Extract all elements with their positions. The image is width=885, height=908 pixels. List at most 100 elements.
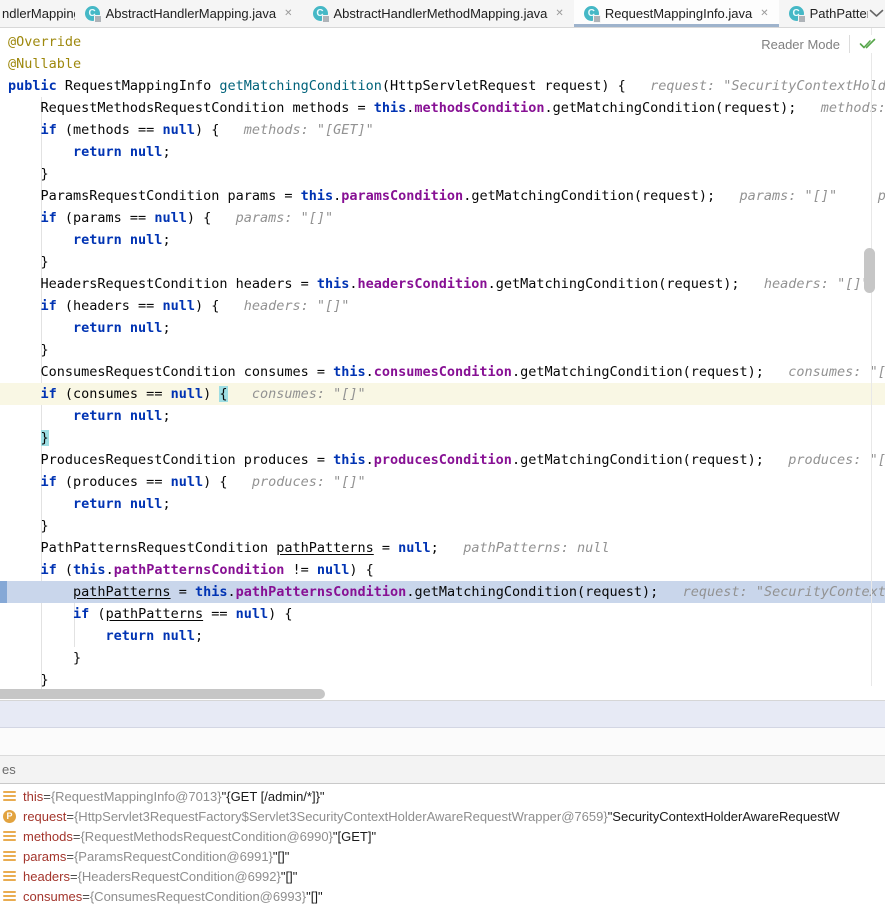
variable-type-ref: {RequestMappingInfo@7013}	[51, 789, 222, 804]
variable-name: methods	[23, 829, 73, 844]
editor-tab[interactable]: C PathPatternsRequ	[779, 0, 868, 27]
variable-type-ref: {HttpServlet3RequestFactory$Servlet3Secu…	[74, 809, 608, 824]
code-line: }	[0, 251, 885, 273]
variable-name: request	[23, 809, 66, 824]
variable-value: "[]"	[281, 869, 297, 884]
code-line: PathPatternsRequestCondition pathPattern…	[0, 537, 885, 559]
code-line: return null;	[0, 317, 885, 339]
variable-icon	[3, 890, 17, 903]
code-line: ParamsRequestCondition params = this.par…	[0, 185, 885, 207]
code-line: return null;	[0, 625, 885, 647]
code-line: if (methods == null) { methods: "[GET]"	[0, 119, 885, 141]
equals-sign: =	[82, 889, 90, 904]
hidden-tabs-button[interactable]	[868, 0, 885, 27]
inspections-ok-icon[interactable]	[859, 37, 876, 51]
equals-sign: =	[73, 829, 81, 844]
variable-value: "[GET]"	[333, 829, 376, 844]
variable-name: params	[23, 849, 66, 864]
variable-name: consumes	[23, 889, 82, 904]
variable-type-ref: {HeadersRequestCondition@6992}	[78, 869, 281, 884]
code-line: return null;	[0, 229, 885, 251]
code-line: @Nullable	[0, 53, 885, 75]
panel-header-label: es	[2, 762, 16, 777]
tab-bar: ndlerMapping.jav✕CAbstractHandlerMapping…	[0, 0, 885, 28]
scrollbar-track-border	[871, 28, 872, 686]
editor-tab[interactable]: C AbstractHandlerMethodMapping.java ✕	[303, 0, 574, 27]
chevron-down-icon	[869, 9, 884, 18]
equals-sign: =	[66, 849, 74, 864]
tab-label: PathPatternsRequ	[810, 6, 868, 21]
tab-close-icon[interactable]: ✕	[555, 9, 563, 19]
variable-icon	[3, 790, 17, 803]
reader-mode-widget[interactable]: Reader Mode	[755, 35, 876, 53]
code-line: return null;	[0, 405, 885, 427]
variable-row[interactable]: consumes = {ConsumesRequestCondition@699…	[0, 886, 885, 906]
code-line: }	[0, 515, 885, 537]
code-area: @Override@Nullablepublic RequestMappingI…	[0, 31, 885, 691]
code-line: if (produces == null) { produces: "[]"	[0, 471, 885, 493]
class-icon: C	[85, 6, 100, 21]
tab-label: AbstractHandlerMethodMapping.java	[334, 6, 548, 21]
equals-sign: =	[66, 809, 74, 824]
tab-close-icon[interactable]: ✕	[284, 9, 292, 19]
code-line: }	[0, 163, 885, 185]
variable-value: "{GET [/admin/*]}"	[222, 789, 325, 804]
class-icon: C	[313, 6, 328, 21]
equals-sign: =	[70, 869, 78, 884]
tab-close-icon[interactable]: ✕	[760, 9, 768, 19]
equals-sign: =	[43, 789, 51, 804]
toolbar-divider	[849, 35, 850, 53]
variable-row[interactable]: methods = {RequestMethodsRequestConditio…	[0, 826, 885, 846]
variable-type-ref: {ConsumesRequestCondition@6993}	[90, 889, 306, 904]
variable-row[interactable]: this = {RequestMappingInfo@7013} "{GET […	[0, 786, 885, 806]
variable-row[interactable]: params = {ParamsRequestCondition@6991} "…	[0, 846, 885, 866]
editor-tab[interactable]: C AbstractHandlerMapping.java ✕	[75, 0, 303, 27]
code-line: }	[0, 427, 885, 449]
variable-value: "[]"	[306, 889, 322, 904]
code-line: return null;	[0, 141, 885, 163]
variable-name: this	[23, 789, 43, 804]
code-line: if (this.pathPatternsCondition != null) …	[0, 559, 885, 581]
editor-tab[interactable]: ndlerMapping.jav✕	[0, 0, 75, 27]
code-line: if (pathPatterns == null) {	[0, 603, 885, 625]
code-line: HeadersRequestCondition headers = this.h…	[0, 273, 885, 295]
code-line: public RequestMappingInfo getMatchingCon…	[0, 75, 885, 97]
variable-name: headers	[23, 869, 70, 884]
variable-type-ref: {RequestMethodsRequestCondition@6990}	[80, 829, 332, 844]
variable-row[interactable]: headers = {HeadersRequestCondition@6992}…	[0, 866, 885, 886]
variable-icon	[3, 870, 17, 883]
code-line: }	[0, 339, 885, 361]
variable-icon	[3, 830, 17, 843]
variable-value: "[]"	[273, 849, 289, 864]
code-line: if (consumes == null) { consumes: "[]"	[0, 383, 885, 405]
tab-label: ndlerMapping.jav	[2, 6, 75, 21]
tab-label: RequestMappingInfo.java	[605, 6, 752, 21]
horizontal-scrollbar-thumb[interactable]	[0, 689, 325, 699]
variables-panel-header: es	[0, 756, 885, 784]
tab-label: AbstractHandlerMapping.java	[106, 6, 277, 21]
debug-panel-gap	[0, 728, 885, 756]
variable-value: "SecurityContextHolderAwareRequestW	[608, 809, 840, 824]
editor-tab[interactable]: C RequestMappingInfo.java ✕	[574, 0, 779, 27]
vertical-scrollbar-thumb[interactable]	[864, 248, 875, 293]
ide-window: ndlerMapping.jav✕CAbstractHandlerMapping…	[0, 0, 885, 908]
variable-icon	[3, 850, 17, 863]
code-line: if (headers == null) { headers: "[]"	[0, 295, 885, 317]
debug-selected-band	[0, 700, 885, 728]
code-line: ProducesRequestCondition produces = this…	[0, 449, 885, 471]
variable-row[interactable]: Prequest = {HttpServlet3RequestFactory$S…	[0, 806, 885, 826]
parameter-icon: P	[3, 810, 16, 823]
class-icon: C	[584, 6, 599, 21]
code-editor[interactable]: @Override@Nullablepublic RequestMappingI…	[0, 28, 885, 700]
code-line: RequestMethodsRequestCondition methods =…	[0, 97, 885, 119]
class-icon: C	[789, 6, 804, 21]
variables-list: this = {RequestMappingInfo@7013} "{GET […	[0, 784, 885, 908]
code-line: ConsumesRequestCondition consumes = this…	[0, 361, 885, 383]
code-line: }	[0, 647, 885, 669]
reader-mode-label: Reader Mode	[761, 37, 840, 52]
variable-type-ref: {ParamsRequestCondition@6991}	[74, 849, 273, 864]
code-line: @Override	[0, 31, 885, 53]
code-line: if (params == null) { params: "[]"	[0, 207, 885, 229]
code-line: return null;	[0, 493, 885, 515]
code-line: pathPatterns = this.pathPatternsConditio…	[0, 581, 885, 603]
